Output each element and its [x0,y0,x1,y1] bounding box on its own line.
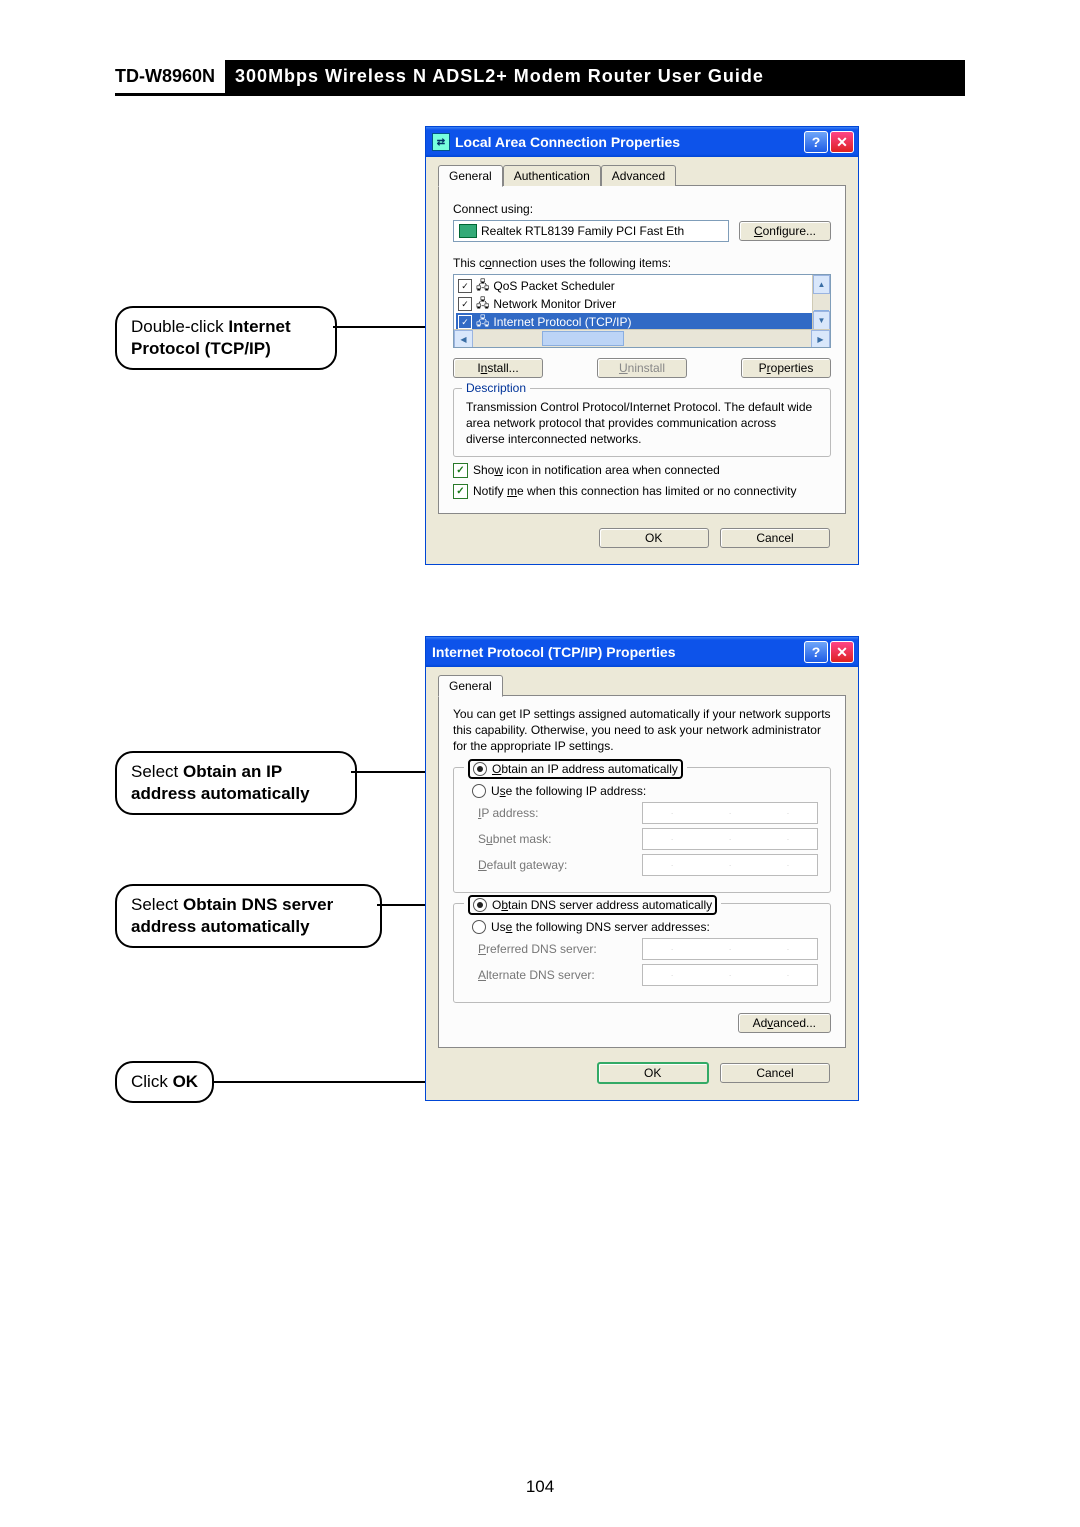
radio-label: Use the following IP address: [491,784,646,798]
radio-use-dns[interactable] [472,920,486,934]
alternate-dns-field: ... [642,964,818,986]
highlight-obtain-dns: Obtain DNS server address automatically [468,895,717,915]
callout-bold: OK [173,1072,199,1091]
callout-text: Select [131,762,183,781]
titlebar[interactable]: Internet Protocol (TCP/IP) Properties ? … [426,637,858,667]
callout-text: Click [131,1072,173,1091]
radio-use-ip[interactable] [472,784,486,798]
highlight-obtain-ip: Obtain an IP address automatically [468,759,683,779]
help-button[interactable]: ? [804,641,828,663]
scroll-left-icon[interactable]: ◀ [454,330,473,348]
subnet-mask-row: Subnet mask: ... [478,828,818,850]
preferred-dns-field: ... [642,938,818,960]
gateway-row: Default gateway: ... [478,854,818,876]
close-button[interactable]: ✕ [830,641,854,663]
uninstall-button[interactable]: Uninstall [597,358,687,378]
tab-authentication[interactable]: Authentication [503,165,601,186]
list-item[interactable]: ✓ 🖧 Network Monitor Driver [456,295,828,313]
cancel-button[interactable]: Cancel [720,1063,830,1083]
checkbox-icon: ✓ [453,484,468,499]
checkbox-icon: ✓ [453,463,468,478]
option-use-dns[interactable]: Use the following DNS server addresses: [472,920,818,934]
install-button[interactable]: Install... [453,358,543,378]
alternate-dns-row: Alternate DNS server: ... [478,964,818,986]
radio-label: Obtain DNS server address automatically [492,898,712,912]
help-button[interactable]: ? [804,131,828,153]
field-label: Subnet mask: [478,832,642,846]
connect-using-label: Connect using: [453,202,831,216]
callout-double-click-tcpip: Double-click Internet Protocol (TCP/IP) [115,306,337,370]
description-group: Description Transmission Control Protoco… [453,388,831,457]
preferred-dns-row: Preferred DNS server: ... [478,938,818,960]
field-label: IP address: [478,806,642,820]
tab-advanced[interactable]: Advanced [601,165,676,186]
scroll-down-icon[interactable]: ▼ [813,311,830,330]
option-use-ip[interactable]: Use the following IP address: [472,784,818,798]
tabs: General Authentication Advanced [438,165,846,186]
dialog-lan-properties: ⇄ Local Area Connection Properties ? ✕ G… [425,126,859,565]
ip-address-row: IP address: ... [478,802,818,824]
callout-click-ok: Click OK [115,1061,214,1103]
callout-obtain-ip: Select Obtain an IP address automaticall… [115,751,357,815]
dns-options-group: Obtain DNS server address automatically … [453,903,831,1003]
items-label: This connection uses the following items… [453,256,831,270]
radio-label: Use the following DNS server addresses: [491,920,710,934]
ip-address-field: ... [642,802,818,824]
radio-obtain-dns[interactable] [473,898,487,912]
configure-button[interactable]: Configure... [739,221,831,241]
callout-obtain-dns: Select Obtain DNS server address automat… [115,884,382,948]
advanced-button[interactable]: Advanced... [738,1013,831,1033]
adapter-name: Realtek RTL8139 Family PCI Fast Eth [481,224,684,238]
callout-text: Double-click [131,317,228,336]
properties-button[interactable]: Properties [741,358,831,378]
scroll-right-icon[interactable]: ▶ [811,330,830,348]
item-label: QoS Packet Scheduler [493,279,614,293]
titlebar[interactable]: ⇄ Local Area Connection Properties ? ✕ [426,127,858,157]
connection-icon: ⇄ [432,133,450,151]
vertical-scrollbar[interactable]: ▲ ▼ [812,275,830,330]
checkbox-label: Notify me when this connection has limit… [473,484,797,498]
item-label: Internet Protocol (TCP/IP) [493,315,631,329]
field-label: Alternate DNS server: [478,968,642,982]
page-header: TD-W8960N 300Mbps Wireless N ADSL2+ Mode… [115,60,965,96]
field-label: Default gateway: [478,858,642,872]
guide-title: 300Mbps Wireless N ADSL2+ Modem Router U… [225,60,965,93]
cancel-button[interactable]: Cancel [720,528,830,548]
ok-button[interactable]: OK [597,1062,709,1084]
adapter-field: Realtek RTL8139 Family PCI Fast Eth [453,220,729,242]
close-button[interactable]: ✕ [830,131,854,153]
model-number: TD-W8960N [115,60,225,93]
dialog-tcpip-properties: Internet Protocol (TCP/IP) Properties ? … [425,636,859,1101]
radio-obtain-ip[interactable] [473,762,487,776]
dialog-title: Internet Protocol (TCP/IP) Properties [432,644,802,660]
nic-icon [459,224,477,238]
description-legend: Description [462,381,530,395]
dialog-title: Local Area Connection Properties [455,134,802,150]
notify-checkbox[interactable]: ✓ Notify me when this connection has lim… [453,484,831,499]
scroll-up-icon[interactable]: ▲ [813,275,830,294]
intro-text: You can get IP settings assigned automat… [453,706,831,755]
components-listbox[interactable]: ✓ 🖧 QoS Packet Scheduler ✓ 🖧 Network Mon… [453,274,831,348]
checkbox-icon[interactable]: ✓ [458,297,472,311]
ip-options-group: Obtain an IP address automatically Use t… [453,767,831,893]
horizontal-scrollbar[interactable]: ◀ ▶ [454,329,830,347]
page-number: 104 [0,1477,1080,1497]
show-icon-checkbox[interactable]: ✓ Show icon in notification area when co… [453,463,831,478]
item-label: Network Monitor Driver [493,297,616,311]
radio-label: Obtain an IP address automatically [492,762,678,776]
checkbox-icon[interactable]: ✓ [458,315,472,329]
checkbox-label: Show icon in notification area when conn… [473,463,720,477]
field-label: Preferred DNS server: [478,942,642,956]
list-item[interactable]: ✓ 🖧 QoS Packet Scheduler [456,277,828,295]
checkbox-icon[interactable]: ✓ [458,279,472,293]
description-text: Transmission Control Protocol/Internet P… [466,399,818,448]
tab-general[interactable]: General [438,165,503,187]
callout-text: Select [131,895,183,914]
subnet-mask-field: ... [642,828,818,850]
gateway-field: ... [642,854,818,876]
scroll-thumb[interactable] [542,331,625,346]
ok-button[interactable]: OK [599,528,709,548]
tab-general[interactable]: General [438,675,503,697]
